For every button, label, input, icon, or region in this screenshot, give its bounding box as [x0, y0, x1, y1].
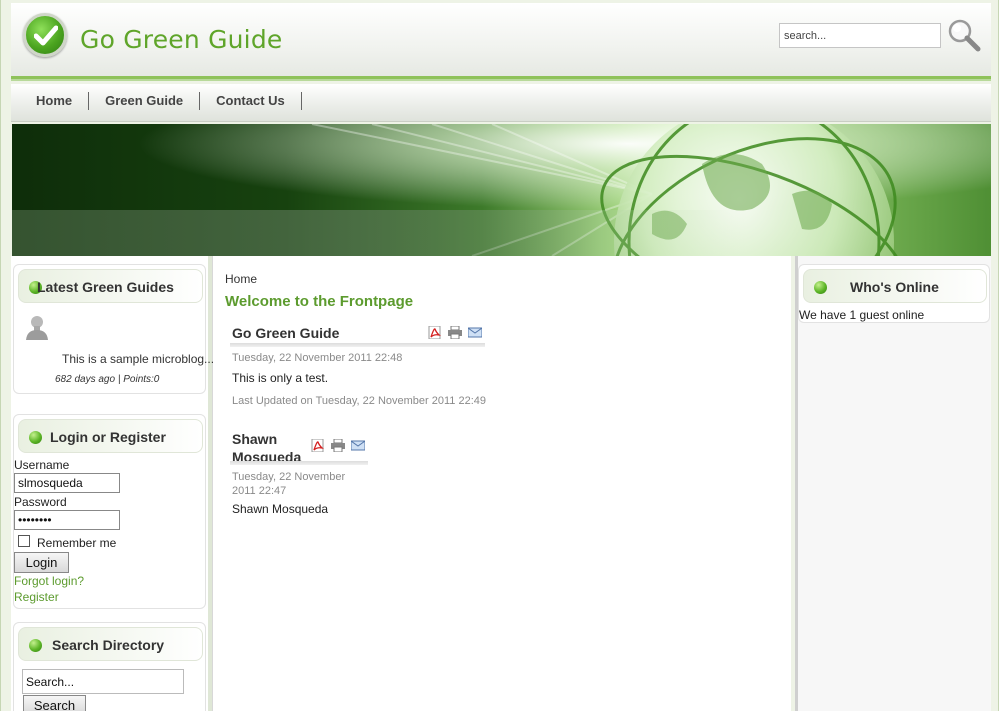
magnifier-search-icon[interactable] [946, 17, 982, 53]
green-bullet-icon [29, 431, 42, 444]
username-label: Username [14, 458, 70, 472]
article-date: Tuesday, 22 November 2011 22:47 [232, 470, 345, 498]
password-label: Password [14, 495, 67, 509]
article-title-line: Shawn [232, 431, 278, 447]
module-title: Latest Green Guides [37, 279, 174, 295]
nav-item-green-guide[interactable]: Green Guide [89, 92, 201, 110]
username-field[interactable] [14, 473, 120, 493]
article-title-underline [230, 343, 485, 347]
directory-search-button[interactable]: Search [23, 695, 86, 711]
microblog-entry-text[interactable]: This is a sample microblog... [62, 352, 214, 366]
article-last-updated: Last Updated on Tuesday, 22 November 201… [232, 395, 486, 407]
pdf-icon[interactable] [311, 439, 325, 452]
article-body: This is only a test. [232, 371, 329, 385]
site-title[interactable]: Go Green Guide [80, 25, 282, 54]
page-title: Welcome to the Frontpage [225, 293, 414, 310]
remember-me-label: Remember me [37, 536, 117, 550]
meta-points: Points:0 [123, 374, 160, 385]
module-title: Search Directory [52, 637, 165, 653]
article-date-line: 2011 22:47 [232, 485, 287, 497]
directory-search-input[interactable] [22, 669, 184, 694]
module-header: Login or Register [18, 419, 203, 453]
right-column [795, 256, 991, 711]
email-icon[interactable] [468, 326, 482, 339]
article-date: Tuesday, 22 November 2011 22:48 [232, 352, 403, 364]
article-date-line: Tuesday, 22 November [232, 471, 346, 483]
module-header: Who's Online [803, 269, 987, 303]
login-button[interactable]: Login [14, 552, 69, 573]
site-header: Go Green Guide [11, 3, 991, 79]
email-icon[interactable] [351, 439, 365, 452]
pdf-icon[interactable] [428, 326, 442, 339]
nav-item-home[interactable]: Home [19, 92, 90, 110]
breadcrumb[interactable]: Home [225, 272, 257, 286]
green-bullet-icon [29, 639, 42, 652]
main-nav: Home Green Guide Contact Us [11, 84, 991, 122]
print-icon[interactable] [448, 326, 462, 339]
module-title: Who's Online [850, 279, 939, 295]
globe-banner-image [12, 124, 991, 256]
article-title[interactable]: Go Green Guide [232, 325, 339, 341]
module-header: Search Directory [18, 627, 203, 661]
checkmark-logo-icon[interactable] [23, 13, 67, 57]
register-link[interactable]: Register [14, 590, 59, 604]
online-count-text: We have 1 guest online [799, 308, 925, 322]
module-header: Latest Green Guides [18, 269, 203, 303]
module-title: Login or Register [50, 429, 166, 445]
green-bullet-icon [814, 281, 827, 294]
password-field[interactable] [14, 510, 120, 530]
nav-item-contact-us[interactable]: Contact Us [200, 92, 302, 110]
microblog-meta: 682 days ago | Points:0 [55, 374, 159, 385]
forgot-login-link[interactable]: Forgot login? [14, 574, 84, 588]
user-avatar-icon[interactable] [23, 313, 51, 341]
article-body: Shawn Mosqueda [232, 502, 329, 516]
header-divider [11, 79, 991, 81]
header-search-input[interactable] [779, 23, 941, 48]
page: Go Green Guide Home Green Guide Contact … [0, 0, 999, 711]
print-icon[interactable] [331, 439, 345, 452]
article-title-underline [230, 461, 368, 465]
remember-me-checkbox[interactable] [18, 535, 30, 547]
banner-shade [12, 210, 991, 256]
meta-age: 682 days ago [55, 374, 116, 385]
